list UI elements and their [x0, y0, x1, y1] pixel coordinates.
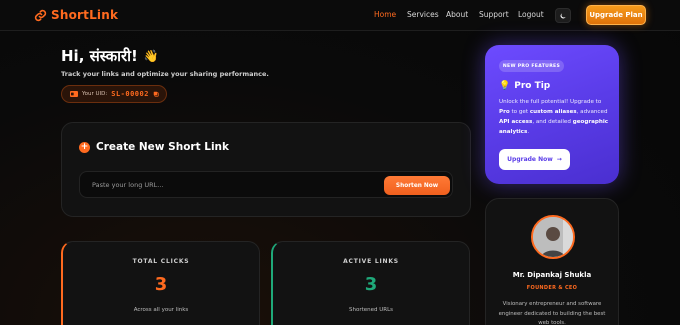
founder-profile-card: Mr. Dipankaj Shukla FOUNDER & CEO Vision… — [485, 198, 619, 325]
stat-label: TOTAL CLICKS — [132, 258, 190, 265]
stat-value: 3 — [364, 274, 378, 295]
pro-tip-heading: 💡 Pro Tip — [499, 81, 550, 91]
create-link-title: Create New Short Link — [96, 141, 230, 153]
navbar: ShortLink Home Services About Support Lo… — [0, 0, 680, 31]
uid-value: SL-00002 — [111, 90, 149, 98]
create-link-heading: + Create New Short Link — [79, 141, 229, 153]
nav-logout[interactable]: Logout — [518, 10, 544, 19]
theme-toggle-button[interactable] — [555, 8, 571, 23]
brand-name: ShortLink — [51, 8, 119, 22]
uid-label: Your UID: — [82, 91, 108, 97]
nav-services[interactable]: Services — [407, 10, 439, 19]
profile-role: FOUNDER & CEO — [526, 285, 578, 291]
upgrade-now-label: Upgrade Now — [507, 156, 553, 163]
moon-icon — [560, 12, 566, 18]
nav-support[interactable]: Support — [479, 10, 509, 19]
stat-value: 3 — [154, 274, 168, 295]
avatar — [531, 215, 575, 259]
active-links-card: ACTIVE LINKS 3 Shortened URLs — [271, 241, 470, 325]
link-icon — [34, 9, 47, 21]
pro-tip-title: Pro Tip — [514, 81, 551, 91]
stat-caption: Across all your links — [133, 307, 189, 313]
id-card-icon — [70, 91, 78, 97]
pro-tip-body: Unlock the full potential! Upgrade to Pr… — [499, 99, 609, 135]
greeting-subtitle: Track your links and optimize your shari… — [61, 70, 269, 78]
copy-icon[interactable] — [153, 91, 159, 97]
plus-icon: + — [79, 141, 90, 153]
pro-features-badge: NEW PRO FEATURES — [499, 60, 564, 72]
total-clicks-card: TOTAL CLICKS 3 Across all your links — [61, 241, 260, 325]
greeting-heading: Hi, संस्कारी! 👋 — [61, 46, 159, 66]
nav-about[interactable]: About — [446, 10, 468, 19]
upgrade-plan-button[interactable]: Upgrade Plan — [586, 5, 646, 25]
url-input-wrapper: Paste your long URL... Shorten Now — [79, 171, 453, 198]
stat-caption: Shortened URLs — [348, 307, 394, 313]
arrow-right-icon: → — [556, 156, 562, 163]
profile-bio: Visionary entrepreneur and software engi… — [498, 301, 606, 325]
create-link-card: + Create New Short Link Paste your long … — [61, 122, 471, 217]
upgrade-now-button[interactable]: Upgrade Now → — [499, 149, 570, 170]
shorten-now-button[interactable]: Shorten Now — [384, 176, 450, 195]
pro-tip-card: NEW PRO FEATURES 💡 Pro Tip Unlock the fu… — [485, 45, 619, 184]
uid-badge: Your UID: SL-00002 — [61, 85, 167, 103]
wave-icon: 👋 — [143, 49, 159, 63]
lightbulb-icon: 💡 — [499, 81, 511, 91]
person-photo — [533, 217, 573, 257]
brand-logo[interactable]: ShortLink — [34, 8, 118, 22]
url-input[interactable]: Paste your long URL... — [92, 181, 163, 189]
profile-name: Mr. Dipankaj Shukla — [512, 271, 592, 279]
stat-label: ACTIVE LINKS — [343, 258, 399, 265]
greeting-text: Hi, संस्कारी! — [61, 47, 138, 65]
nav-home[interactable]: Home — [374, 10, 396, 19]
